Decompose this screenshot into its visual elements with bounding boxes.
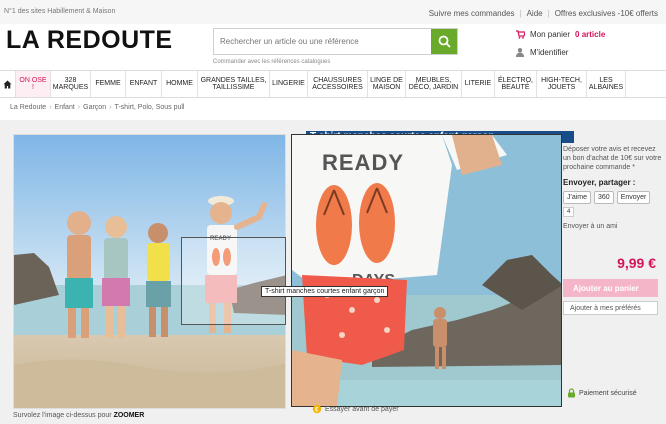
nav-item-lingerie[interactable]: LINGERIE [270, 71, 308, 97]
add-to-favorites-button[interactable]: Ajouter à mes préférés [563, 301, 658, 316]
search-input[interactable] [214, 29, 432, 54]
cart-label: Mon panier [530, 29, 571, 39]
nav-item-grandes-tailles[interactable]: GRANDES TAILLES, TAILLISSIME [198, 71, 270, 97]
shirt-print-top: READY [322, 150, 404, 175]
top-links: Suivre mes commandes | Aide | Offres exc… [428, 9, 658, 18]
breadcrumb: La Redoute › Enfant › Garçon › T-shirt, … [10, 104, 185, 111]
share-title: Envoyer, partager : [563, 178, 636, 188]
like-button[interactable]: J'aime [563, 191, 592, 205]
breadcrumb-item[interactable]: T-shirt, Polo, Sous pull [114, 104, 184, 111]
top-bar: N°1 des sites Habillement & Maison Suivr… [0, 0, 666, 24]
zoom-caption: Survolez l'image ci-dessus pour ZOOMER [13, 412, 145, 419]
nav-item-electro[interactable]: ÉLECTRO, BEAUTÉ [495, 71, 537, 97]
share-count-badge: 4 [563, 207, 575, 218]
zoomed-image: READY DAYS [291, 134, 562, 407]
secure-payment: Paiement sécurisé [567, 388, 637, 398]
help-link[interactable]: Aide [527, 9, 543, 18]
breadcrumb-item[interactable]: La Redoute [10, 104, 46, 111]
cart-icon [516, 30, 525, 39]
zoom-lens[interactable] [181, 237, 286, 325]
search-button[interactable] [431, 29, 457, 54]
site-tagline: N°1 des sites Habillement & Maison [4, 8, 116, 15]
cart-count: 0 article [575, 29, 606, 39]
nav-item-high-tech[interactable]: HIGH-TECH, JOUETS [537, 71, 587, 97]
home-icon [3, 80, 12, 88]
breadcrumb-item[interactable]: Garçon [83, 104, 106, 111]
review-incentive-text[interactable]: Déposer votre avis et recevez un bon d'a… [563, 146, 663, 172]
account-label: M'identifier [530, 47, 569, 57]
try-before-pay[interactable]: € Essayer avant de payer [312, 404, 399, 414]
image-tooltip: T-shirt manches courtes enfant garçon [261, 286, 389, 297]
exclusive-offers-link[interactable]: Offres exclusives -10€ offerts [555, 9, 658, 18]
nav-item-enfant[interactable]: ENFANT [126, 71, 162, 97]
send-button[interactable]: Envoyer [616, 191, 651, 205]
nav-item-meubles[interactable]: MEUBLES, DÉCO, JARDIN [406, 71, 462, 97]
nav-item-linge-maison[interactable]: LINGE DE MAISON [368, 71, 406, 97]
main-navigation: ON OSE ! 328 MARQUES FEMME ENFANT HOMME … [0, 70, 666, 98]
home-button[interactable] [0, 71, 16, 97]
zoomed-photo: READY DAYS [292, 135, 561, 406]
account-link[interactable]: M'identifier [515, 44, 665, 60]
breadcrumb-item[interactable]: Enfant [55, 104, 75, 111]
cart-area: Mon panier 0 article M'identifier [515, 26, 665, 66]
nav-item-marques[interactable]: 328 MARQUES [51, 71, 91, 97]
try-before-pay-icon: € [312, 404, 322, 414]
search-icon [438, 35, 451, 48]
nav-item-literie[interactable]: LITERIE [462, 71, 495, 97]
nav-item-on-ose[interactable]: ON OSE ! [16, 71, 51, 97]
add-to-cart-button[interactable]: Ajouter au panier [563, 279, 658, 298]
user-icon [516, 48, 524, 57]
lock-icon [568, 388, 575, 398]
product-price: 9,99 € [617, 255, 656, 272]
share-360-button[interactable]: 360 [594, 191, 614, 205]
nav-item-albaines[interactable]: LES ALBAINES [587, 71, 626, 97]
track-orders-link[interactable]: Suivre mes commandes [429, 9, 515, 18]
site-logo[interactable]: LA REDOUTE [6, 26, 173, 55]
send-to-friend-link[interactable]: Envoyer à un ami [563, 223, 666, 230]
nav-item-homme[interactable]: HOMME [162, 71, 198, 97]
product-sidebar: Déposer votre avis et recevez un bon d'a… [563, 146, 666, 416]
search-box [213, 28, 458, 55]
search-hint-link[interactable]: Commander avec les références catalogues [213, 59, 330, 65]
cart-link[interactable]: Mon panier 0 article [515, 26, 665, 42]
share-row: J'aime 360 Envoyer [563, 191, 666, 205]
nav-item-chaussures[interactable]: CHAUSSURES ACCESSOIRES [308, 71, 368, 97]
nav-item-femme[interactable]: FEMME [91, 71, 126, 97]
